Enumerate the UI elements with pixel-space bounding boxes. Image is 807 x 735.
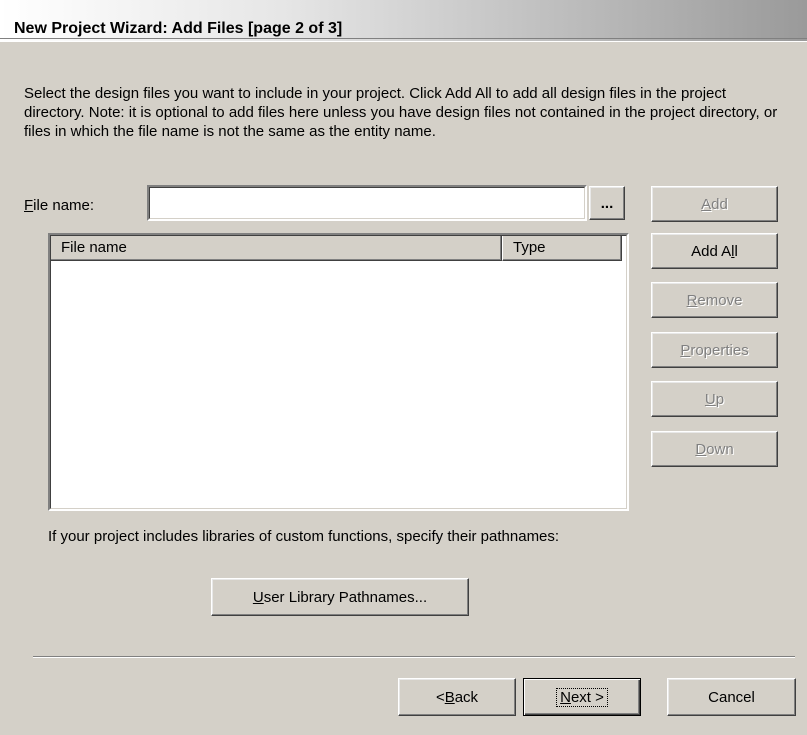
next-button[interactable]: Next >	[523, 678, 641, 716]
library-instructions: If your project includes libraries of cu…	[48, 528, 560, 545]
wizard-title: New Project Wizard: Add Files [page 2 of…	[14, 20, 343, 37]
up-button[interactable]: Up	[651, 381, 778, 417]
properties-button[interactable]: Properties	[651, 332, 778, 368]
file-name-field-frame	[147, 185, 587, 221]
column-header-file-name[interactable]: File name	[50, 235, 502, 261]
user-library-pathnames-button[interactable]: User Library Pathnames...	[211, 578, 469, 616]
file-list[interactable]: File name Type	[48, 233, 629, 511]
add-button[interactable]: Add	[651, 186, 778, 222]
title-separator	[0, 38, 807, 42]
file-name-input[interactable]	[149, 187, 585, 219]
back-button[interactable]: < Back	[398, 678, 516, 716]
remove-button[interactable]: Remove	[651, 282, 778, 318]
column-header-type[interactable]: Type	[502, 235, 622, 261]
file-name-label: File name:	[24, 197, 95, 214]
instructions-text: Select the design files you want to incl…	[24, 85, 778, 140]
cancel-button[interactable]: Cancel	[667, 678, 796, 716]
browse-button[interactable]: ...	[589, 186, 625, 220]
file-list-header: File name Type	[50, 235, 627, 261]
down-button[interactable]: Down	[651, 431, 778, 467]
add-all-button[interactable]: Add All	[651, 233, 778, 269]
next-button-focus: Next >	[556, 687, 608, 707]
wizard-title-bar: New Project Wizard: Add Files [page 2 of…	[0, 0, 807, 42]
footer-divider	[33, 656, 795, 658]
